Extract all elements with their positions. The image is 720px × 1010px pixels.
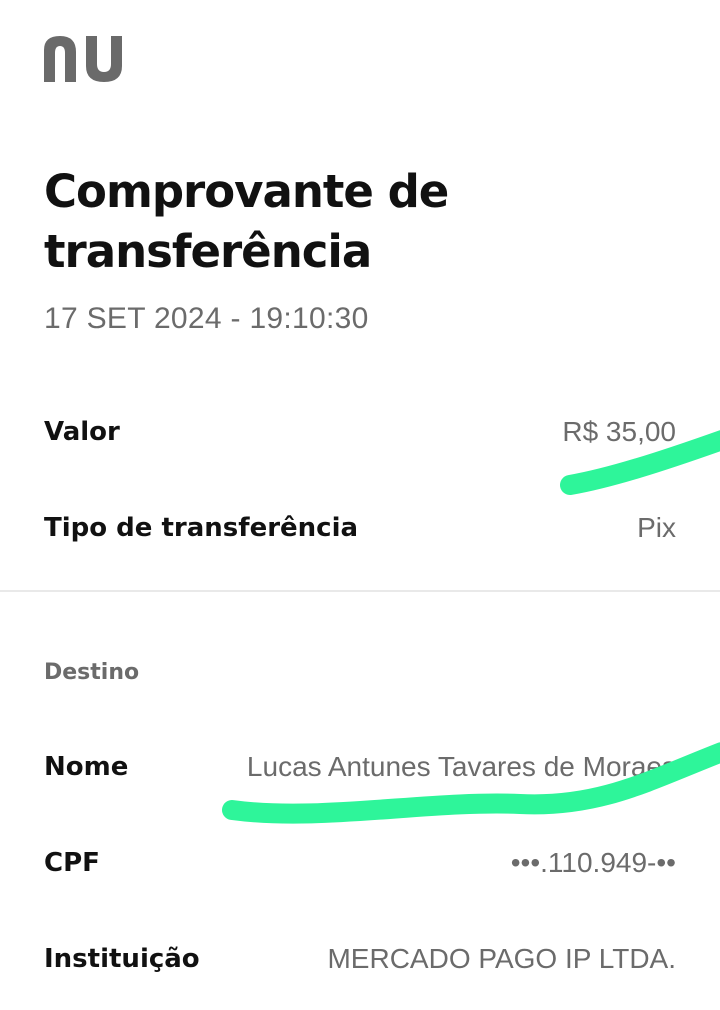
amount-row: Valor R$ 35,00: [44, 410, 676, 454]
recipient-name-row: Nome Lucas Antunes Tavares de Moraes: [44, 745, 676, 789]
page-title: Comprovante de transferência: [44, 165, 449, 278]
recipient-name-value: Lucas Antunes Tavares de Moraes: [246, 751, 676, 782]
cpf-value: •••.110.949-••: [510, 847, 676, 878]
institution-label: Instituição: [44, 944, 200, 974]
institution-value: MERCADO PAGO IP LTDA.: [327, 943, 676, 974]
institution-row: Instituição MERCADO PAGO IP LTDA.: [44, 937, 676, 981]
destination-section-label: Destino: [44, 660, 140, 685]
amount-value: R$ 35,00: [562, 416, 676, 447]
amount-label: Valor: [44, 417, 120, 447]
nubank-logo-icon: [44, 36, 122, 82]
transfer-type-label: Tipo de transferência: [44, 513, 359, 543]
recipient-name-label: Nome: [44, 752, 129, 782]
section-divider: [0, 590, 720, 592]
cpf-label: CPF: [44, 848, 100, 878]
transfer-type-row: Tipo de transferência Pix: [44, 506, 676, 550]
transaction-datetime: 17 SET 2024 - 19:10:30: [44, 302, 369, 335]
transfer-type-value: Pix: [637, 512, 676, 543]
cpf-row: CPF •••.110.949-••: [44, 841, 676, 885]
